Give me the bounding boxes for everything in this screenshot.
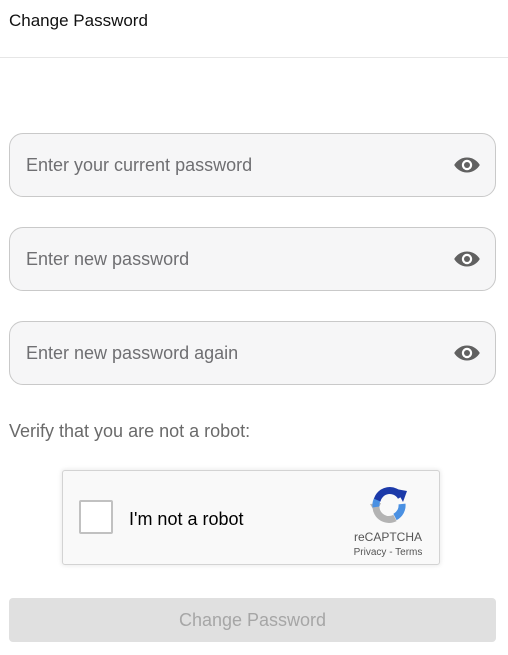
recaptcha-widget: I'm not a robot reCAPTCHA Privacy - Term… [62, 470, 440, 565]
confirm-password-field[interactable] [9, 321, 496, 385]
eye-icon[interactable] [453, 341, 481, 365]
confirm-password-input[interactable] [26, 322, 446, 384]
recaptcha-logo-icon [367, 483, 411, 527]
recaptcha-links: Privacy - Terms [333, 547, 443, 559]
verify-label: Verify that you are not a robot: [9, 421, 251, 441]
recaptcha-terms-link[interactable]: Terms [395, 547, 422, 558]
recaptcha-privacy-link[interactable]: Privacy [354, 547, 387, 558]
eye-icon[interactable] [453, 247, 481, 271]
new-password-field[interactable] [9, 227, 496, 291]
change-password-button[interactable]: Change Password [9, 598, 496, 642]
page-title: Change Password [9, 11, 148, 30]
new-password-input[interactable] [26, 228, 446, 290]
recaptcha-checkbox[interactable] [79, 500, 113, 534]
eye-icon[interactable] [453, 153, 481, 177]
recaptcha-checkbox-label: I'm not a robot [129, 509, 244, 529]
current-password-input[interactable] [26, 134, 446, 196]
recaptcha-brand: reCAPTCHA [353, 530, 422, 544]
current-password-field[interactable] [9, 133, 496, 197]
recaptcha-link-separator: - [386, 547, 396, 558]
page-header: Change Password [0, 0, 508, 58]
